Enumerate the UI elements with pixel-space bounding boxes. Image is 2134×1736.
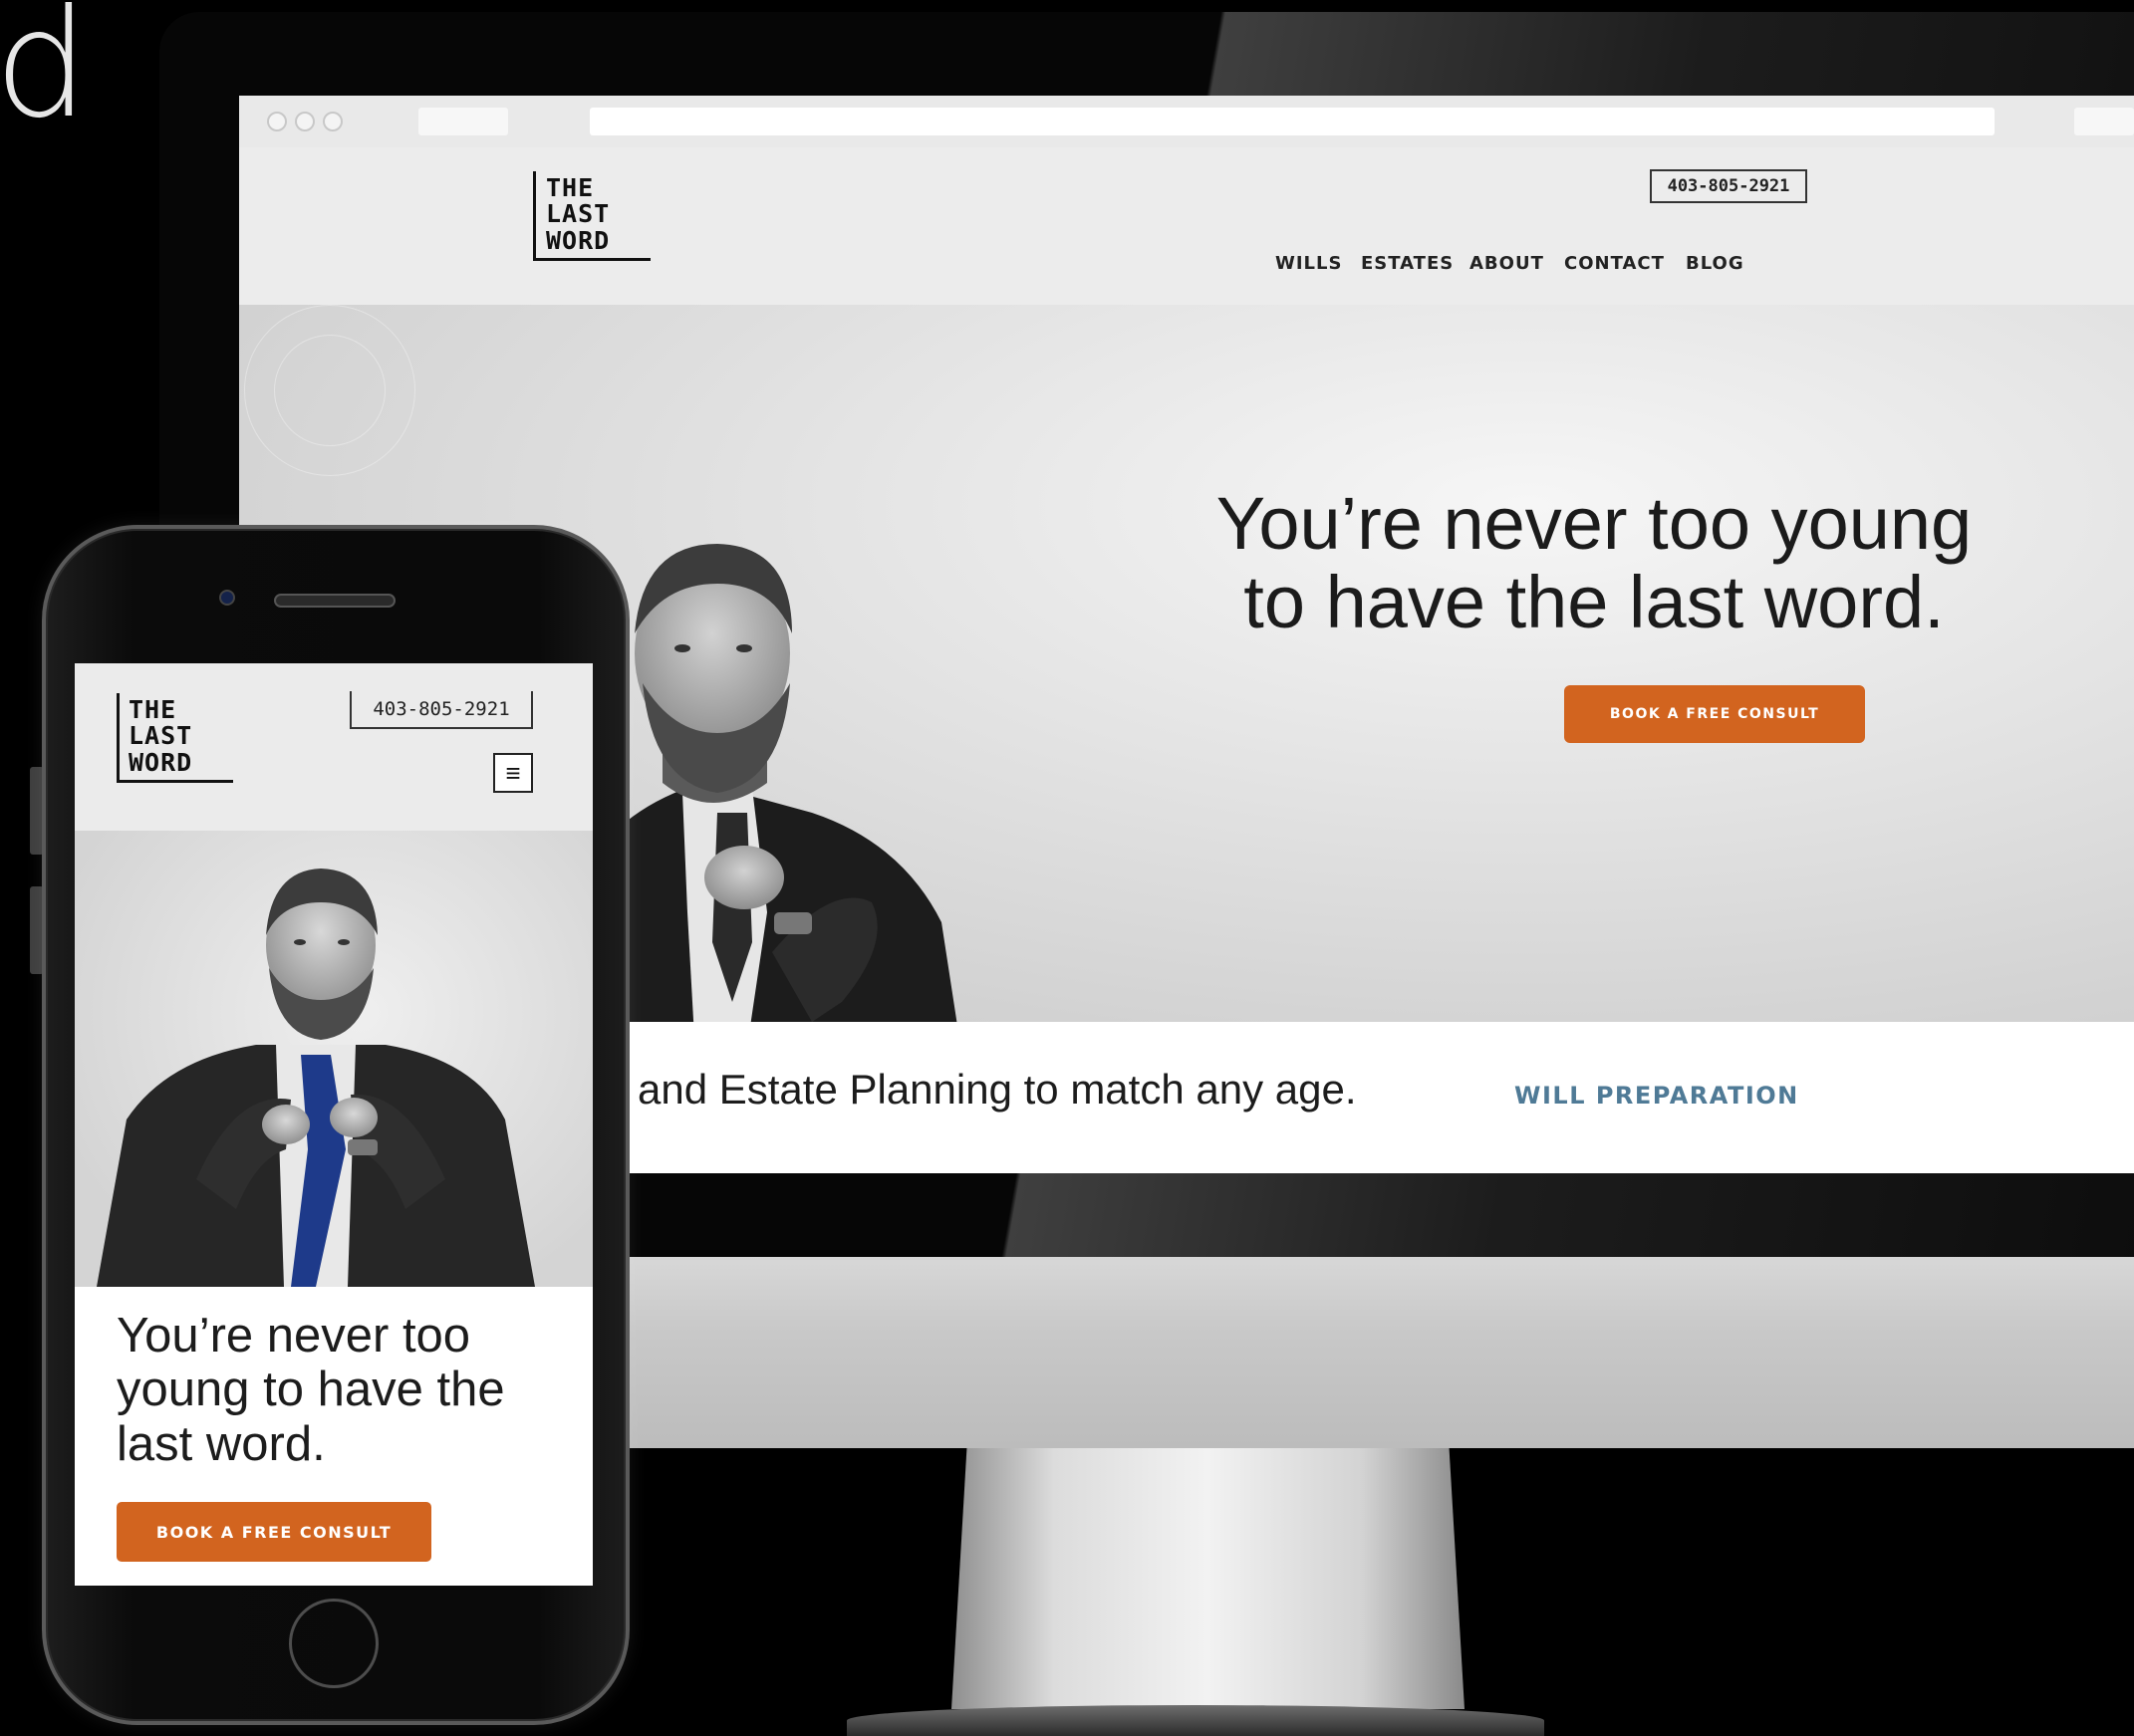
site-header: THE LAST WORD 403-805-2921 WILLS ESTATES… xyxy=(239,147,2134,305)
logo-line: LAST xyxy=(129,721,193,751)
hamburger-menu-button[interactable]: ≡ xyxy=(493,753,533,793)
phone-camera-icon xyxy=(219,590,235,606)
browser-action-button[interactable] xyxy=(2074,108,2134,135)
logo-line: WORD xyxy=(546,225,611,255)
book-consult-button[interactable]: BOOK A FREE CONSULT xyxy=(1564,685,1865,743)
nav-link-about[interactable]: ABOUT xyxy=(1469,253,1544,274)
hero-headline: You’re never too young to have the last … xyxy=(1036,482,2134,644)
nav-link-blog[interactable]: BLOG xyxy=(1686,253,1744,274)
mobile-site-logo[interactable]: THE LAST WORD xyxy=(117,693,233,783)
monitor-stand-base xyxy=(847,1705,1544,1736)
mobile-hero-headline: You’re never too young to have the last … xyxy=(117,1309,505,1471)
hero-decor-ring xyxy=(274,335,386,446)
mobile-webpage: THE LAST WORD 403-805-2921 ≡ You’re neve… xyxy=(75,663,593,1586)
phone-speaker xyxy=(274,594,396,608)
logo-line: THE xyxy=(129,695,177,724)
phone-home-button[interactable] xyxy=(289,1599,379,1688)
nav-link-wills[interactable]: WILLS xyxy=(1275,253,1342,274)
nav-link-estates[interactable]: ESTATES xyxy=(1361,253,1454,274)
hero-headline-line: to have the last word. xyxy=(1243,561,1945,644)
mobile-hero-man-photo xyxy=(97,868,535,1287)
mobile-book-consult-button[interactable]: BOOK A FREE CONSULT xyxy=(117,1502,431,1562)
partial-heading-letter: d xyxy=(0,0,90,151)
hamburger-icon: ≡ xyxy=(505,757,521,788)
mobile-phone-button[interactable]: 403-805-2921 xyxy=(350,691,533,729)
window-zoom-dot[interactable] xyxy=(323,112,343,131)
logo-line: LAST xyxy=(546,199,611,229)
logo-line: WORD xyxy=(129,747,193,777)
browser-tab-button[interactable] xyxy=(418,108,508,135)
monitor-stand xyxy=(951,1448,1465,1709)
browser-address-bar[interactable] xyxy=(590,108,1995,135)
header-phone-button[interactable]: 403-805-2921 xyxy=(1650,169,1807,203)
mobile-header: THE LAST WORD 403-805-2921 ≡ xyxy=(75,663,593,831)
window-close-dot[interactable] xyxy=(267,112,287,131)
window-minimize-dot[interactable] xyxy=(295,112,315,131)
site-logo[interactable]: THE LAST WORD xyxy=(533,171,651,261)
hero-headline-line: You’re never too young xyxy=(1215,482,1973,565)
nav-link-contact[interactable]: CONTACT xyxy=(1564,253,1665,274)
mobile-hero xyxy=(75,831,593,1287)
browser-toolbar xyxy=(239,96,2134,148)
will-preparation-link[interactable]: WILL PREPARATION xyxy=(1514,1082,1799,1110)
logo-line: THE xyxy=(546,173,595,202)
services-tagline: and Estate Planning to match any age. xyxy=(638,1066,1357,1113)
